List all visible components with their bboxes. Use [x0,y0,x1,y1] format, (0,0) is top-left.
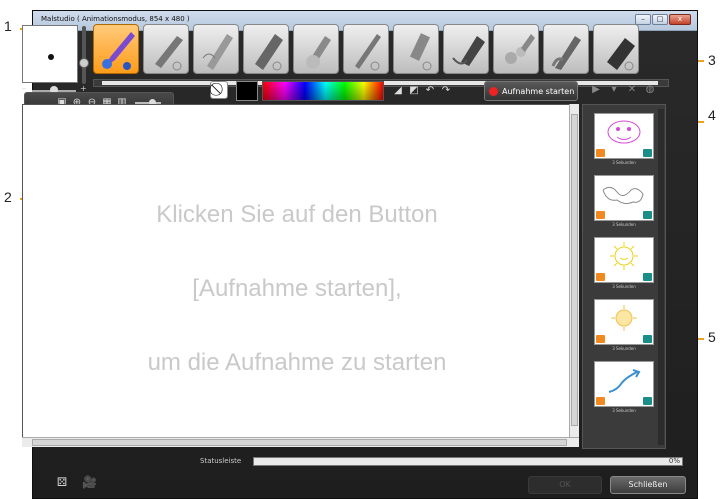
chalk-icon [409,33,432,71]
tool-pencil[interactable] [343,24,389,74]
frame-duration: 3 Sekunden [612,284,636,289]
callout-5: 5 [708,329,716,345]
tool-fill-marker[interactable] [443,24,489,74]
pencil-icon [355,34,381,71]
tool-palette [93,24,639,74]
frame-duration: 3 Sekunden [612,346,636,351]
callout-3: 3 [708,52,716,68]
canvas-vertical-scrollbar[interactable] [569,104,579,437]
eraser-icon [607,38,635,71]
brush-icon [102,32,135,70]
close-window-button[interactable]: x [669,14,691,25]
delete-frame-icon[interactable]: ✕ [626,84,638,96]
delete-frame-button[interactable] [596,211,605,219]
tool-brush[interactable] [93,24,139,74]
start-recording-button[interactable]: Aufnahme starten [484,81,578,101]
start-recording-label: Aufnahme starten [502,86,575,96]
smudge-icon [306,36,331,69]
storyboard-frame-4[interactable]: 3 Sekunden [594,299,654,355]
grid-settings-icon[interactable]: ⚄ [56,476,68,488]
airbrush-icon [155,36,183,71]
callout-4: 4 [708,107,716,123]
paint-brush-icon [551,36,581,70]
camera-icon[interactable]: 🎥 [82,476,97,488]
brush-dot-icon [48,54,54,60]
delete-frame-button[interactable] [596,335,605,343]
brush-preview [22,25,78,83]
edit-frame-button[interactable] [643,211,652,219]
timer-icon[interactable]: ◍ [644,84,656,96]
storyboard-panel: 3 Sekunden 3 Sekunden 3 Sekunden 3 Sekun… [582,104,666,449]
storyboard-scrollbar[interactable] [658,109,664,445]
tool-smudge[interactable] [293,24,339,74]
tool-eraser[interactable] [593,24,639,74]
tool-marker[interactable] [243,24,289,74]
edit-frame-button[interactable] [643,273,652,281]
canvas-instruction-line-3: um die Aufnahme zu starten [147,349,447,376]
brush-size-slider[interactable] [82,26,86,84]
progress-percent: 0% [668,457,680,465]
canvas-horizontal-scrollbar[interactable] [22,437,579,447]
play-icon[interactable]: ▶ [590,84,602,96]
stamp-icon [505,34,535,64]
canvas-hscroll-thumb[interactable] [32,439,567,446]
tool-chalk[interactable] [393,24,439,74]
storyboard-frame-3[interactable]: 3 Sekunden [594,237,654,293]
frame-duration: 3 Sekunden [612,408,636,413]
drawing-canvas[interactable]: Klicken Sie auf den Button [Aufnahme sta… [22,104,570,439]
window-controls: – □ x [635,14,691,25]
delete-frame-button[interactable] [596,397,605,405]
ok-button[interactable]: OK [528,476,602,494]
close-button[interactable]: Schließen [610,476,686,494]
maximize-button[interactable]: □ [652,14,668,25]
edit-frame-button[interactable] [643,149,652,157]
bottom-toolbar: ⚄ 🎥 [56,476,97,488]
callout-1: 1 [4,18,12,34]
undo-icon[interactable]: ↶ [424,85,436,97]
frame-duration: 3 Sekunden [612,160,636,165]
storyboard-frame-2[interactable]: 3 Sekunden [594,175,654,231]
dropdown-arrow-icon[interactable]: ▾ [608,84,620,96]
redo-icon[interactable]: ↷ [440,85,452,97]
marker-icon [255,34,283,71]
pen-icon [202,34,233,70]
current-color-swatch[interactable] [236,81,258,101]
tool-airbrush[interactable] [143,24,189,74]
storyboard-frame-5[interactable]: 3 Sekunden [594,361,654,417]
tool-paint-brush[interactable] [543,24,589,74]
record-icon [489,86,498,96]
fill-icon[interactable]: ◢ [392,85,404,97]
edit-frame-button[interactable] [643,397,652,405]
status-label: Statusleiste [200,457,242,465]
status-progress-bar: 0% [253,457,683,466]
delete-frame-button[interactable] [596,149,605,157]
edit-frame-button[interactable] [643,335,652,343]
storyboard-frame-1[interactable]: 3 Sekunden [594,113,654,169]
window-title: Malstudio ( Animationsmodus, 854 x 480 ) [41,15,190,23]
clear-layer-icon[interactable]: ◩ [408,85,420,97]
canvas-vscroll-thumb[interactable] [571,114,578,426]
color-spectrum-picker[interactable] [262,81,384,101]
tool-stamp[interactable] [493,24,539,74]
tool-eraser-pen[interactable] [193,24,239,74]
canvas-instruction-line-2: [Aufnahme starten], [192,275,402,302]
canvas-instruction-line-1: Klicken Sie auf den Button [156,201,438,228]
fill-marker-icon [452,36,485,66]
delete-frame-button[interactable] [596,273,605,281]
playback-controls: ▶ ▾ ✕ ◍ [590,84,656,96]
brush-size-knob[interactable] [79,58,89,68]
no-color-button[interactable]: ⃠ [210,81,228,99]
frame-duration: 3 Sekunden [612,222,636,227]
fill-tools: ◢ ◩ ↶ ↷ [392,85,452,97]
callout-2: 2 [4,189,12,205]
